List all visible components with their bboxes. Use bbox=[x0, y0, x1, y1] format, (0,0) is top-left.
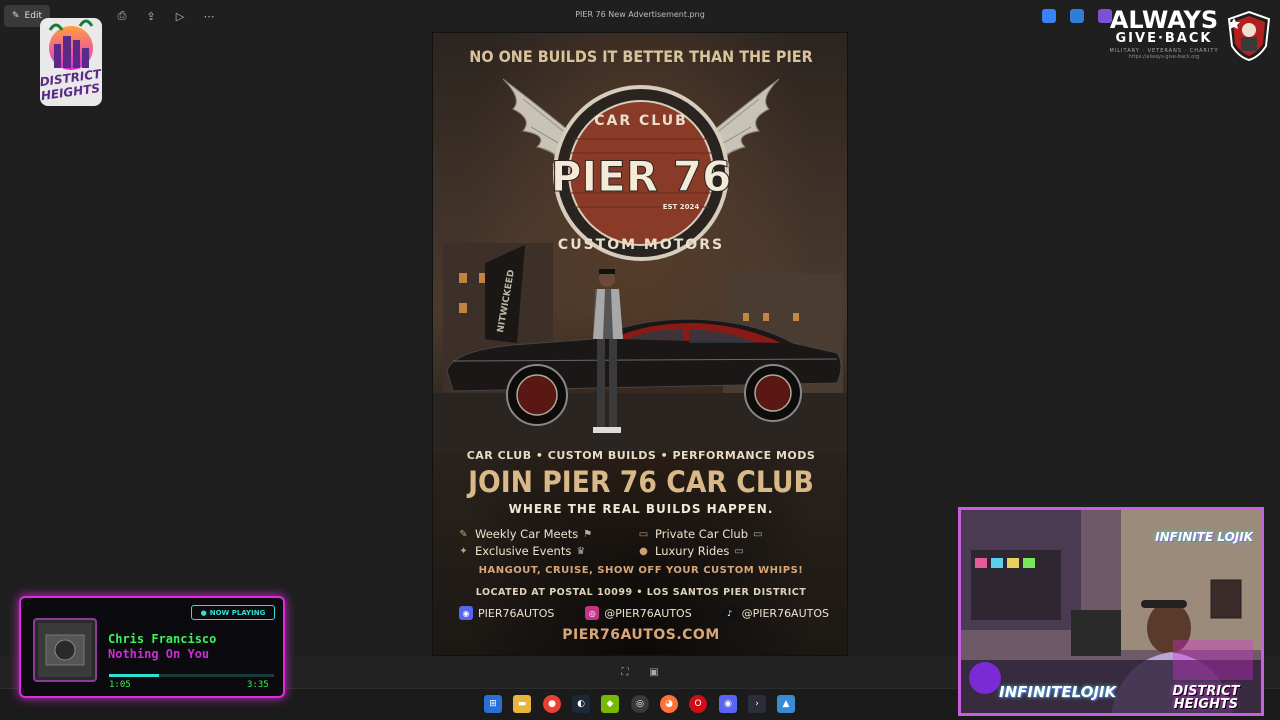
opera-icon[interactable]: O bbox=[689, 695, 707, 713]
track-progress-bar bbox=[109, 674, 274, 677]
file-explorer-icon[interactable]: ▬ bbox=[513, 695, 531, 713]
feature-label: Private Car Club bbox=[655, 527, 749, 541]
poster-tagline: NO ONE BUILDS IT BETTER THAN THE PIER bbox=[469, 47, 813, 66]
webcam-brand: INFINITELOJIK bbox=[999, 683, 1117, 701]
agb-line4: https://always-give-back.org bbox=[1128, 54, 1200, 60]
firefox-icon[interactable]: ◕ bbox=[660, 695, 678, 713]
slideshow-icon[interactable]: ▷ bbox=[172, 8, 188, 24]
feature-label: Luxury Rides bbox=[655, 544, 730, 558]
poster-subheadline: WHERE THE REAL BUILDS HAPPEN. bbox=[508, 502, 774, 516]
webcam-district-heights-logo: DISTRICT HEIGHTS bbox=[1163, 685, 1249, 711]
poster-image: NO ONE BUILDS IT BETTER THAN THE PIER CA… bbox=[432, 32, 848, 656]
tray-icons bbox=[1042, 9, 1112, 23]
nvidia-icon[interactable]: ◆ bbox=[601, 695, 619, 713]
shield-logo bbox=[1227, 10, 1271, 62]
feature-item: ▭ Private Car Club ▭ bbox=[637, 527, 817, 541]
webcam-overlay: INFINITE LOJIK INFINITELOJIK DISTRICT HE… bbox=[958, 507, 1264, 716]
album-art bbox=[33, 618, 97, 682]
poster-services: CAR CLUB • CUSTOM BUILDS • PERFORMANCE M… bbox=[466, 449, 816, 462]
emblem-est: EST 2024 bbox=[663, 203, 700, 211]
poster-socials: ◉ PIER76AUTOS ◎ @PIER76AUTOS ♪ @PIER76AU… bbox=[459, 606, 829, 620]
track-duration: 3:35 bbox=[247, 680, 269, 690]
emblem-top-text: CAR CLUB bbox=[594, 113, 688, 129]
poster-location: LOCATED AT POSTAL 10099 • LOS SANTOS PIE… bbox=[475, 587, 807, 598]
share-icon[interactable]: ⇪ bbox=[143, 8, 159, 24]
dot-icon: ● bbox=[200, 608, 207, 617]
checkered-flag-icon: ⚑ bbox=[583, 528, 593, 540]
feature-item: ✎ Weekly Car Meets ⚑ bbox=[457, 527, 637, 541]
car-icon: ▭ bbox=[734, 545, 744, 557]
poster-headline: JOIN PIER 76 CAR CLUB bbox=[468, 465, 814, 499]
webcam-dh-line2: HEIGHTS bbox=[1173, 697, 1239, 712]
discord-icon: ◉ bbox=[459, 606, 473, 620]
now-playing-label: NOW PLAYING bbox=[209, 608, 266, 617]
emblem-name: PIER 76 bbox=[551, 152, 732, 201]
traffic-light-icon: ● bbox=[639, 545, 648, 557]
photo-app-icon[interactable] bbox=[1070, 9, 1084, 23]
edit-icon: ✎ bbox=[12, 11, 20, 21]
photo-viewer-app: ✎ Edit ⎙ ⇪ ▷ ⋯ PIER 76 New Advertisement… bbox=[0, 0, 1280, 720]
discord-icon[interactable]: ◉ bbox=[719, 695, 737, 713]
social-tiktok: ♪ @PIER76AUTOS bbox=[722, 606, 829, 620]
track-artist: Chris Francisco bbox=[108, 632, 217, 646]
district-heights-logo: DISTRICT HEIGHTS bbox=[39, 18, 103, 106]
copilot-icon[interactable] bbox=[1042, 9, 1056, 23]
feature-item: ✦ Exclusive Events ♛ bbox=[457, 544, 637, 558]
trophy-icon: ♛ bbox=[576, 545, 586, 557]
photos-icon[interactable]: ▲ bbox=[777, 695, 795, 713]
party-icon: ✦ bbox=[459, 545, 468, 557]
window-title: PIER 76 New Advertisement.png bbox=[575, 10, 705, 19]
car-icon: ▭ bbox=[638, 528, 649, 540]
terminal-icon[interactable]: › bbox=[748, 695, 766, 713]
pier76-emblem: CAR CLUB PIER 76 EST 2024 CUSTOM MOTORS bbox=[502, 78, 780, 261]
webcam-tag: INFINITE LOJIK bbox=[1155, 530, 1253, 544]
tiktok-icon: ♪ bbox=[722, 606, 737, 620]
track-elapsed: 1:05 bbox=[109, 680, 131, 690]
track-progress-fill bbox=[109, 674, 159, 677]
social-instagram: ◎ @PIER76AUTOS bbox=[585, 606, 692, 620]
steam-icon[interactable]: ◐ bbox=[572, 695, 590, 713]
always-give-back-logo: ALWAYS GIVE·BACK MILITARY · VETERANS · C… bbox=[1108, 8, 1220, 68]
top-toolbar: ✎ Edit ⎙ ⇪ ▷ ⋯ PIER 76 New Advertisement… bbox=[0, 0, 1280, 32]
poster-scene: NITWICKEED bbox=[433, 243, 847, 453]
track-title: Nothing On You bbox=[108, 647, 210, 661]
social-handle: @PIER76AUTOS bbox=[741, 606, 829, 620]
social-handle: @PIER76AUTOS bbox=[604, 606, 692, 620]
obs-icon[interactable]: ◎ bbox=[631, 695, 649, 713]
agb-line1: ALWAYS bbox=[1109, 6, 1219, 34]
wrench-icon: ✎ bbox=[459, 528, 468, 540]
social-handle: PIER76AUTOS bbox=[478, 606, 555, 620]
poster-website: PIER76AUTOS.COM bbox=[562, 627, 720, 643]
feature-label: Exclusive Events bbox=[475, 544, 572, 558]
album-art-image bbox=[38, 623, 92, 677]
feature-item: ● Luxury Rides ▭ bbox=[637, 544, 817, 558]
car-icon: ▭ bbox=[753, 528, 763, 540]
more-options-icon[interactable]: ⋯ bbox=[201, 8, 217, 24]
actual-size-icon[interactable]: ▣ bbox=[648, 666, 660, 678]
chrome-icon[interactable]: ● bbox=[543, 695, 561, 713]
agb-line2: GIVE·BACK bbox=[1115, 31, 1213, 46]
instagram-icon: ◎ bbox=[585, 606, 600, 620]
poster-features: ✎ Weekly Car Meets ⚑ ▭ Private Car Club … bbox=[457, 527, 837, 558]
poster-cta: HANGOUT, CRUISE, SHOW OFF YOUR CUSTOM WH… bbox=[478, 565, 804, 576]
start-icon[interactable]: ⊞ bbox=[484, 695, 502, 713]
print-icon[interactable]: ⎙ bbox=[114, 8, 130, 24]
feature-label: Weekly Car Meets bbox=[475, 527, 579, 541]
now-playing-widget: ● NOW PLAYING Chris Francisco Nothing On… bbox=[19, 596, 285, 698]
now-playing-badge: ● NOW PLAYING bbox=[191, 605, 275, 620]
fit-to-window-icon[interactable]: ⛶ bbox=[619, 666, 631, 678]
social-discord: ◉ PIER76AUTOS bbox=[459, 606, 554, 620]
